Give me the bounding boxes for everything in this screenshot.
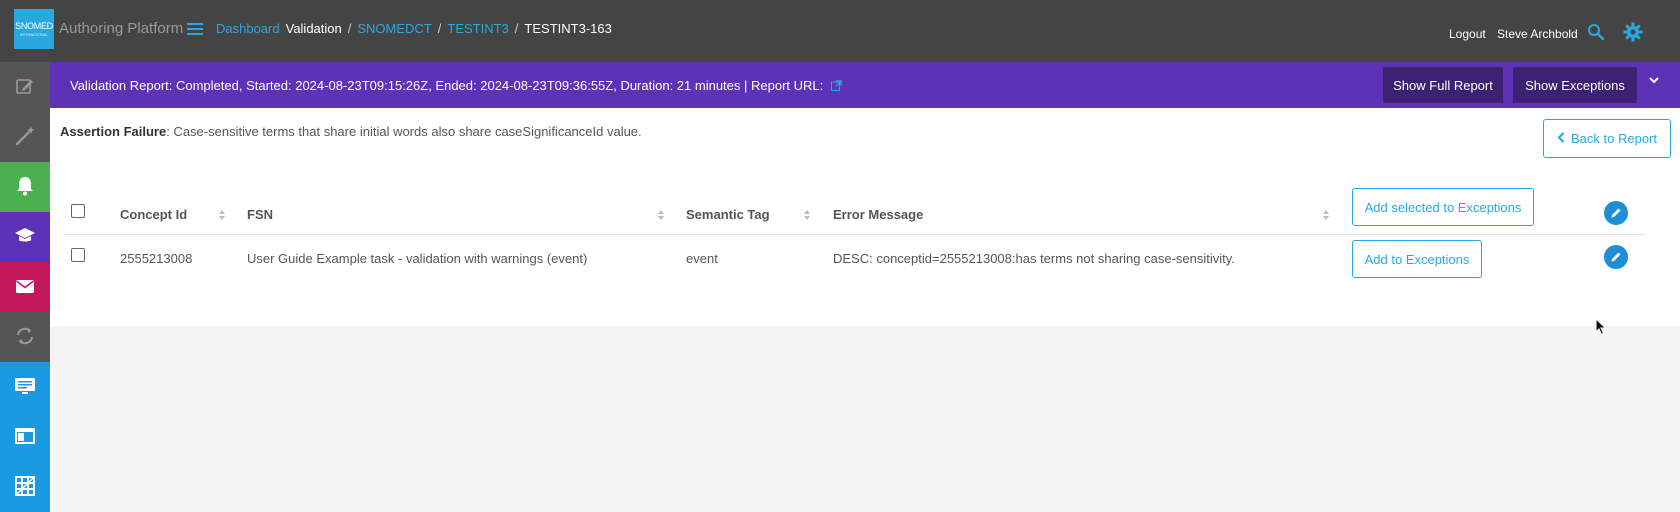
snomed-logo[interactable]: SNOMED INTERNATIONAL <box>14 9 54 49</box>
grid-icon <box>15 475 35 499</box>
top-bar: SNOMED INTERNATIONAL Authoring Platform … <box>0 0 1680 62</box>
breadcrumb-separator: / <box>514 21 519 36</box>
breadcrumb-validation: Validation <box>285 21 342 36</box>
sort-icon[interactable] <box>803 209 811 221</box>
sidebar-item-magic[interactable] <box>0 112 50 162</box>
row-checkbox[interactable] <box>71 248 85 262</box>
sidebar-item-notifications[interactable] <box>0 162 50 212</box>
add-selected-to-exceptions-button[interactable]: Add selected to Exceptions <box>1352 188 1534 226</box>
sidebar <box>0 62 50 512</box>
breadcrumb-separator: / <box>437 21 442 36</box>
cell-fsn: User Guide Example task - validation wit… <box>247 251 588 266</box>
sidebar-item-monitor[interactable] <box>0 362 50 412</box>
cell-concept-id: 2555213008 <box>120 251 193 266</box>
add-to-exceptions-button[interactable]: Add to Exceptions <box>1352 240 1482 278</box>
show-full-report-button[interactable]: Show Full Report <box>1383 67 1503 103</box>
monitor-icon <box>14 377 36 398</box>
sidebar-item-training[interactable] <box>0 212 50 262</box>
breadcrumb: Dashboard Validation / SNOMEDCT / TESTIN… <box>216 21 612 36</box>
edit-icon <box>15 76 35 99</box>
select-all-checkbox[interactable] <box>71 204 85 218</box>
sidebar-item-edit[interactable] <box>0 62 50 112</box>
edit-all-button[interactable] <box>1604 201 1628 225</box>
sidebar-item-sync[interactable] <box>0 312 50 362</box>
column-header-error-message[interactable]: Error Message <box>833 207 923 222</box>
pencil-icon <box>1611 252 1621 262</box>
gear-icon[interactable] <box>1623 22 1643 42</box>
validation-report-banner: Validation Report: Completed, Started: 2… <box>50 62 1680 108</box>
external-link-icon[interactable] <box>830 79 842 94</box>
assertion-failure-text: Assertion Failure: Case-sensitive terms … <box>60 124 642 139</box>
chevron-down-icon[interactable] <box>1648 74 1660 86</box>
column-header-semantic-tag[interactable]: Semantic Tag <box>686 207 770 222</box>
sync-icon <box>15 326 35 349</box>
breadcrumb-separator: / <box>347 21 352 36</box>
breadcrumb-dashboard[interactable]: Dashboard <box>216 21 280 36</box>
logout-link[interactable]: Logout <box>1449 27 1486 41</box>
breadcrumb-codesystem[interactable]: SNOMEDCT <box>357 21 431 36</box>
assertion-detail-panel: Assertion Failure: Case-sensitive terms … <box>50 108 1680 326</box>
sort-icon[interactable] <box>1322 209 1330 221</box>
breadcrumb-task: TESTINT3-163 <box>524 21 612 36</box>
assertion-failure-label: Assertion Failure <box>60 124 167 139</box>
edit-row-button[interactable] <box>1604 245 1628 269</box>
sidebar-item-grid[interactable] <box>0 462 50 512</box>
column-header-fsn[interactable]: FSN <box>247 207 273 222</box>
graduation-cap-icon <box>14 227 36 248</box>
breadcrumb-project[interactable]: TESTINT3 <box>447 21 508 36</box>
hamburger-menu-icon[interactable] <box>187 21 203 37</box>
browser-window-icon <box>14 427 36 448</box>
cell-semantic-tag: event <box>686 251 718 266</box>
sort-icon[interactable] <box>218 209 226 221</box>
table-header-divider <box>64 234 1646 235</box>
show-exceptions-button[interactable]: Show Exceptions <box>1513 67 1637 103</box>
user-name[interactable]: Steve Archbold <box>1497 27 1578 41</box>
cell-error-message: DESC: conceptid=2555213008:has terms not… <box>833 251 1235 266</box>
sort-icon[interactable] <box>657 209 665 221</box>
sidebar-item-messages[interactable] <box>0 262 50 312</box>
search-icon[interactable] <box>1587 23 1605 41</box>
sidebar-item-window[interactable] <box>0 412 50 462</box>
back-to-report-button[interactable]: Back to Report <box>1543 119 1671 158</box>
magic-wand-icon <box>14 125 36 150</box>
column-header-concept-id[interactable]: Concept Id <box>120 207 187 222</box>
pencil-icon <box>1611 208 1621 218</box>
validation-report-summary: Validation Report: Completed, Started: 2… <box>70 78 842 94</box>
bell-icon <box>16 176 34 199</box>
chevron-left-icon <box>1557 131 1565 146</box>
mouse-cursor-icon <box>1595 317 1607 336</box>
app-title: Authoring Platform <box>59 20 184 37</box>
envelope-icon <box>15 278 35 297</box>
